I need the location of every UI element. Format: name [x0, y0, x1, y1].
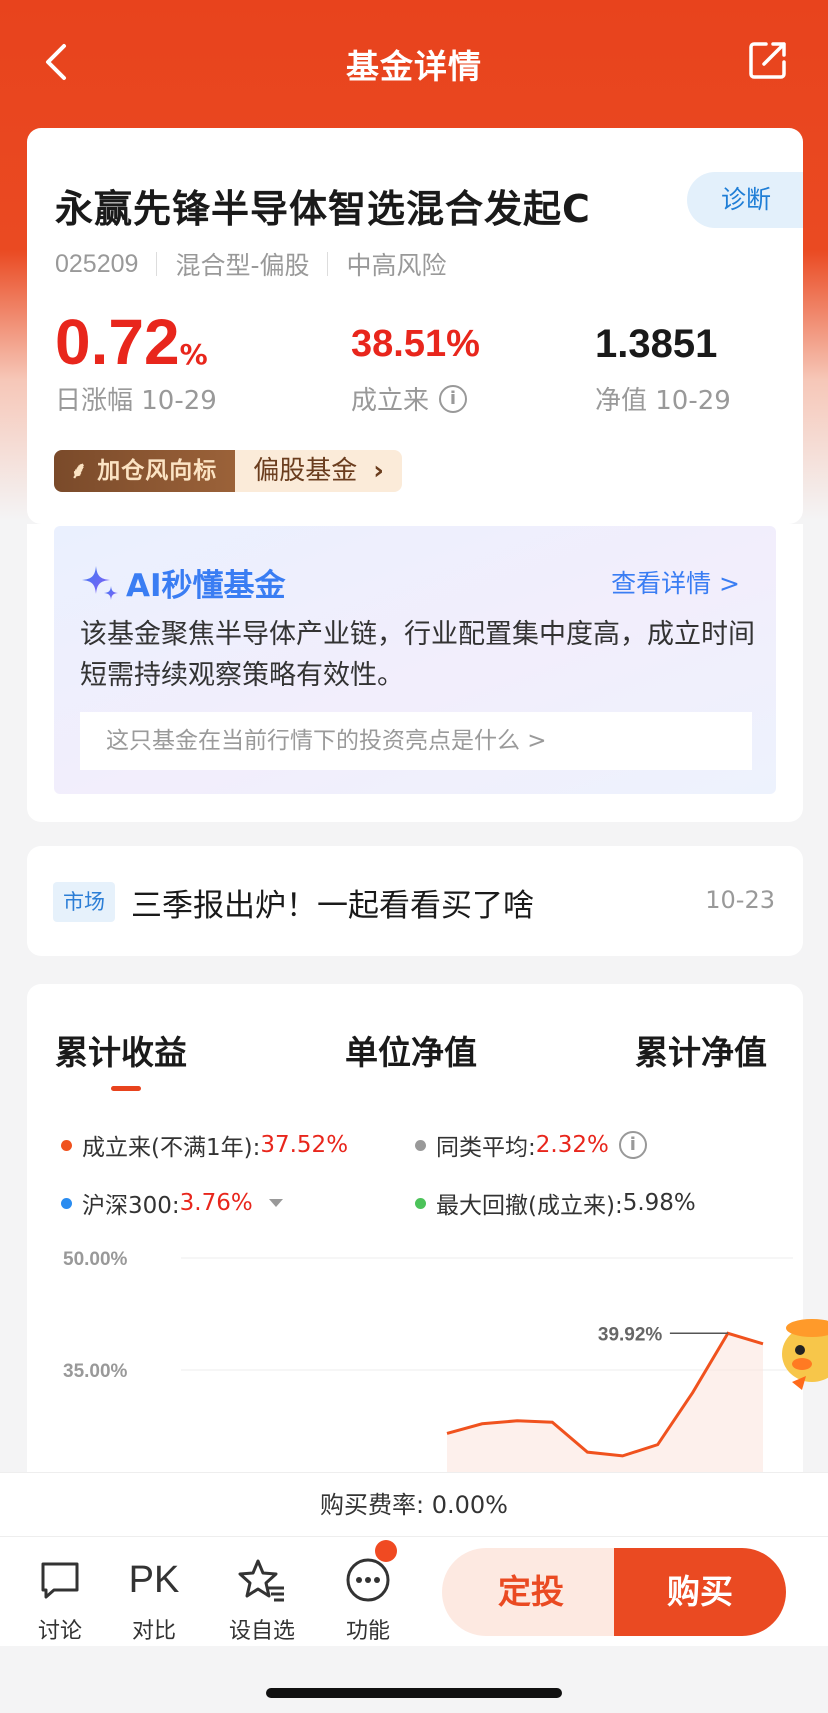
discuss-label: 讨论 [37, 1619, 82, 1644]
daily-change-value: 0.72 [55, 306, 180, 378]
nav-label: 净值 10-29 [595, 386, 731, 416]
y-tick-label: 50.00% [63, 1249, 128, 1270]
nav-stat: 1.3851 净值 10-29 [595, 312, 731, 417]
since-inception-label: 成立来 [351, 386, 430, 416]
daily-change-unit: % [179, 338, 208, 371]
fund-type: 混合型-偏股 [175, 251, 310, 280]
more-label: 功能 [345, 1619, 390, 1644]
info-icon[interactable] [439, 384, 468, 413]
ai-panel: AI秒懂基金 查看详情 > 该基金聚焦半导体产业链，行业配置集中度高，成立时间短… [54, 526, 776, 794]
page-title: 基金详情 [346, 47, 482, 86]
since-inception-stat: 38.51% 成立来 [351, 312, 480, 417]
sip-button[interactable]: 定投 [442, 1548, 620, 1636]
news-title: 三季报出炉！一起看看买了啥 [131, 888, 534, 924]
fund-tag-link[interactable]: ⸙ 加仓风向标 偏股基金 › [54, 450, 402, 492]
fund-risk: 中高风险 [346, 251, 447, 280]
share-icon[interactable] [746, 38, 790, 82]
sparkle-icon [82, 566, 118, 600]
performance-chart-card: 累计收益 单位净值 累计净值 成立来(不满1年): 37.52% 同类平均: 2… [27, 984, 803, 1504]
ai-title: AI秒懂基金 [126, 568, 286, 604]
tag-category: 偏股基金 › [235, 450, 402, 492]
chevron-right-icon: › [373, 456, 384, 486]
nav-value: 1.3851 [595, 322, 718, 366]
fund-summary-card: 永赢先锋半导体智选混合发起C 诊断 025209 混合型-偏股 中高风险 0.7… [27, 128, 803, 524]
ai-view-details-link[interactable]: 查看详情 > [611, 564, 740, 600]
since-inception-value: 38.51% [351, 323, 480, 365]
discuss-button[interactable]: 讨论 [20, 1555, 100, 1645]
news-tag: 市场 [53, 882, 115, 922]
fund-meta: 025209 混合型-偏股 中高风险 [55, 246, 446, 282]
fund-name: 永赢先锋半导体智选混合发起C [55, 187, 591, 231]
watchlist-label: 设自选 [228, 1619, 295, 1644]
news-date: 10-23 [705, 886, 775, 914]
daily-change-stat: 0.72% 日涨幅 10-29 [55, 308, 217, 417]
compare-label: 对比 [131, 1619, 176, 1644]
diagnose-button[interactable]: 诊断 [687, 172, 803, 228]
fund-code: 025209 [55, 249, 139, 278]
ai-summary-text: 该基金聚焦半导体产业链，行业配置集中度高，成立时间短需持续观察策略有效性。 [80, 619, 755, 691]
more-functions-button[interactable]: 功能 [328, 1555, 408, 1645]
nav-bar: 基金详情 [0, 30, 828, 94]
chat-bubble-icon [41, 1562, 79, 1599]
ai-suggested-question[interactable]: 这只基金在当前行情下的投资亮点是什么 > [80, 712, 752, 770]
more-dots-icon [346, 1558, 390, 1602]
return-line-chart[interactable]: 50.00% 35.00% 39.92% [27, 984, 803, 1504]
pk-icon: PK [128, 1558, 180, 1601]
mascot-icon[interactable] [772, 1306, 828, 1396]
add-watchlist-button[interactable]: 设自选 [222, 1555, 302, 1645]
divider [327, 252, 329, 276]
purchase-fee: 购买费率: 0.00% [0, 1472, 828, 1536]
compare-button[interactable]: PK 对比 [114, 1555, 194, 1645]
news-card[interactable]: 市场 三季报出炉！一起看看买了啥 10-23 [27, 846, 803, 956]
y-tick-label: 35.00% [63, 1361, 128, 1382]
buy-button[interactable]: 购买 [614, 1548, 786, 1636]
home-indicator [266, 1688, 562, 1698]
daily-change-label: 日涨幅 10-29 [55, 386, 217, 416]
star-icon [238, 1559, 284, 1602]
notification-badge [375, 1540, 397, 1562]
divider [156, 252, 158, 276]
ai-summary-card: AI秒懂基金 查看详情 > 该基金聚焦半导体产业链，行业配置集中度高，成立时间短… [27, 524, 803, 822]
peak-label: 39.92% [598, 1324, 663, 1345]
tag-badge: ⸙ 加仓风向标 [54, 450, 236, 492]
